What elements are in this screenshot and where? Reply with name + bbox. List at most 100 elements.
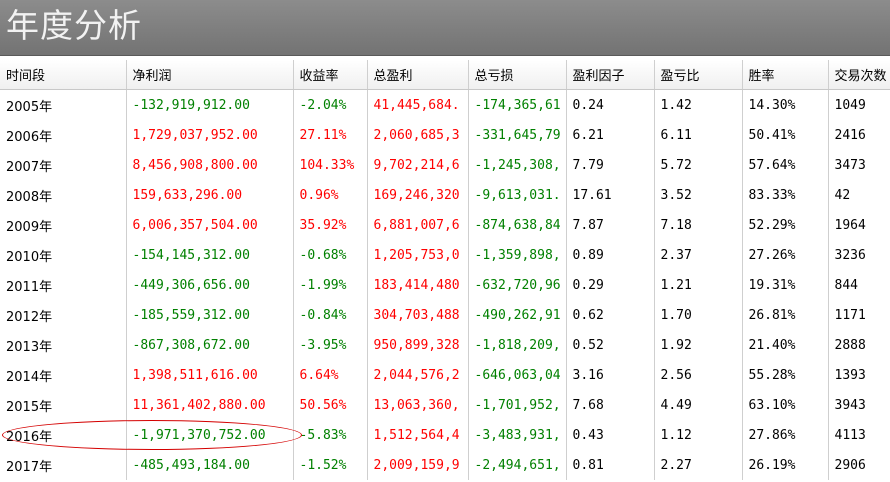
cell-total-loss: -9,613,031. — [468, 180, 567, 210]
table-row[interactable]: 2005年 -132,919,912.00 -2.04% 41,445,684. -17… — [0, 89, 890, 120]
cell-return: -1.52% — [293, 450, 368, 480]
cell-net-profit: 6,006,357,504.00 — [126, 210, 294, 240]
cell-return: -2.04% — [293, 89, 368, 120]
table-row[interactable]: 2013年 -867,308,672.00 -3.95% 950,899,328 -1,… — [0, 330, 890, 360]
cell-profit-loss-ratio: 7.18 — [654, 210, 743, 240]
table-row[interactable]: 2009年 6,006,357,504.00 35.92% 6,881,007,6 -8… — [0, 210, 890, 240]
cell-period: 2014年 — [0, 360, 127, 390]
annual-analysis-table: 时间段 净利润 收益率 总盈利 总亏损 盈利因子 盈亏比 胜率 交易次数 200… — [0, 60, 890, 480]
cell-trade-count: 4113 — [828, 420, 890, 450]
cell-net-profit: -154,145,312.00 — [126, 240, 294, 270]
cell-total-gain: 2,060,685,3 — [367, 120, 469, 150]
cell-win-rate: 27.86% — [742, 420, 829, 450]
cell-total-loss: -646,063,04 — [468, 360, 567, 390]
cell-total-gain: 6,881,007,6 — [367, 210, 469, 240]
column-header-return[interactable]: 收益率 — [293, 60, 368, 90]
cell-total-loss: -1,818,209, — [468, 330, 567, 360]
cell-win-rate: 57.64% — [742, 150, 829, 180]
table-row[interactable]: 2014年 1,398,511,616.00 6.64% 2,044,576,2 -64… — [0, 360, 890, 390]
column-header-period[interactable]: 时间段 — [0, 60, 127, 90]
cell-total-loss: -331,645,79 — [468, 120, 567, 150]
table-row[interactable]: 2007年 8,456,908,800.00 104.33% 9,702,214,6-… — [0, 150, 890, 180]
cell-period: 2013年 — [0, 330, 127, 360]
cell-total-gain: 304,703,488 — [367, 300, 469, 330]
table-row[interactable]: 2012年 -185,559,312.00 -0.84% 304,703,488 -49… — [0, 300, 890, 330]
cell-total-gain: 9,702,214,6 — [367, 150, 469, 180]
table-row[interactable]: 2010年 -154,145,312.00 -0.68% 1,205,753,0 -1,… — [0, 240, 890, 270]
cell-period: 2015年 — [0, 390, 127, 420]
cell-net-profit: -185,559,312.00 — [126, 300, 294, 330]
cell-period: 2011年 — [0, 270, 127, 300]
cell-return: -5.83% — [293, 420, 368, 450]
cell-total-loss: -632,720,96 — [468, 270, 567, 300]
cell-win-rate: 55.28% — [742, 360, 829, 390]
cell-win-rate: 83.33% — [742, 180, 829, 210]
cell-profit-loss-ratio: 2.27 — [654, 450, 743, 480]
cell-net-profit: -132,919,912.00 — [126, 89, 294, 120]
cell-trade-count: 3943 — [828, 390, 890, 420]
cell-profit-factor: 7.68 — [566, 390, 655, 420]
cell-profit-factor: 17.61 — [566, 180, 655, 210]
cell-trade-count: 3236 — [828, 240, 890, 270]
cell-return: 104.33% — [293, 150, 368, 180]
cell-win-rate: 14.30% — [742, 89, 829, 120]
column-header-net-profit[interactable]: 净利润 — [126, 60, 294, 90]
table-row[interactable]: 2011年 -449,306,656.00 -1.99% 183,414,480 -63… — [0, 270, 890, 300]
page-title: 年度分析 — [6, 6, 142, 45]
cell-total-gain: 1,205,753,0 — [367, 240, 469, 270]
cell-trade-count: 844 — [828, 270, 890, 300]
cell-total-loss: -874,638,84 — [468, 210, 567, 240]
cell-total-loss: -1,359,898, — [468, 240, 567, 270]
cell-profit-factor: 0.52 — [566, 330, 655, 360]
table-row[interactable]: 2016年 -1,971,370,752.00 -5.83% 1,512,564,4-… — [0, 420, 890, 450]
cell-total-gain: 169,246,320 — [367, 180, 469, 210]
cell-period: 2007年 — [0, 150, 127, 180]
column-header-total-loss[interactable]: 总亏损 — [468, 60, 567, 90]
cell-net-profit: -867,308,672.00 — [126, 330, 294, 360]
cell-trade-count: 1393 — [828, 360, 890, 390]
column-header-total-gain[interactable]: 总盈利 — [367, 60, 469, 90]
cell-return: -0.84% — [293, 300, 368, 330]
column-header-win-rate[interactable]: 胜率 — [742, 60, 829, 90]
cell-net-profit: -449,306,656.00 — [126, 270, 294, 300]
cell-net-profit: 1,398,511,616.00 — [126, 360, 294, 390]
cell-total-gain: 1,512,564,4 — [367, 420, 469, 450]
cell-trade-count: 1171 — [828, 300, 890, 330]
column-header-trade-count[interactable]: 交易次数 — [828, 60, 890, 90]
cell-trade-count: 1964 — [828, 210, 890, 240]
cell-win-rate: 19.31% — [742, 270, 829, 300]
cell-profit-loss-ratio: 1.70 — [654, 300, 743, 330]
cell-profit-loss-ratio: 1.12 — [654, 420, 743, 450]
cell-total-loss: -3,483,931, — [468, 420, 567, 450]
table-row[interactable]: 2006年 1,729,037,952.00 27.11% 2,060,685,3 -3… — [0, 120, 890, 150]
table-row[interactable]: 2017年 -485,493,184.00 -1.52% 2,009,159,9 -2,… — [0, 450, 890, 480]
cell-net-profit: 11,361,402,880.00 — [126, 390, 294, 420]
table-row[interactable]: 2015年 11,361,402,880.00 50.56% 13,063,360, -… — [0, 390, 890, 420]
cell-profit-factor: 0.29 — [566, 270, 655, 300]
cell-return: -3.95% — [293, 330, 368, 360]
cell-total-gain: 2,044,576,2 — [367, 360, 469, 390]
cell-profit-factor: 0.43 — [566, 420, 655, 450]
cell-return: -1.99% — [293, 270, 368, 300]
title-bar: 年度分析 — [0, 0, 890, 56]
cell-total-loss: -174,365,61 — [468, 89, 567, 120]
cell-profit-loss-ratio: 5.72 — [654, 150, 743, 180]
cell-profit-factor: 7.87 — [566, 210, 655, 240]
cell-profit-factor: 0.81 — [566, 450, 655, 480]
cell-profit-factor: 0.24 — [566, 89, 655, 120]
cell-profit-factor: 6.21 — [566, 120, 655, 150]
cell-total-loss: -2,494,651, — [468, 450, 567, 480]
column-header-profit-loss-ratio[interactable]: 盈亏比 — [654, 60, 743, 90]
cell-net-profit: -1,971,370,752.00 — [126, 420, 294, 450]
cell-total-gain: 41,445,684. — [367, 89, 469, 120]
cell-profit-factor: 0.62 — [566, 300, 655, 330]
cell-profit-loss-ratio: 2.37 — [654, 240, 743, 270]
table-row[interactable]: 2008年 159,633,296.00 0.96% 169,246,320 -9,61… — [0, 180, 890, 210]
cell-period: 2005年 — [0, 89, 127, 120]
cell-trade-count: 42 — [828, 180, 890, 210]
cell-period: 2006年 — [0, 120, 127, 150]
cell-profit-loss-ratio: 3.52 — [654, 180, 743, 210]
column-header-profit-factor[interactable]: 盈利因子 — [566, 60, 655, 90]
cell-total-loss: -1,245,308, — [468, 150, 567, 180]
cell-net-profit: 159,633,296.00 — [126, 180, 294, 210]
